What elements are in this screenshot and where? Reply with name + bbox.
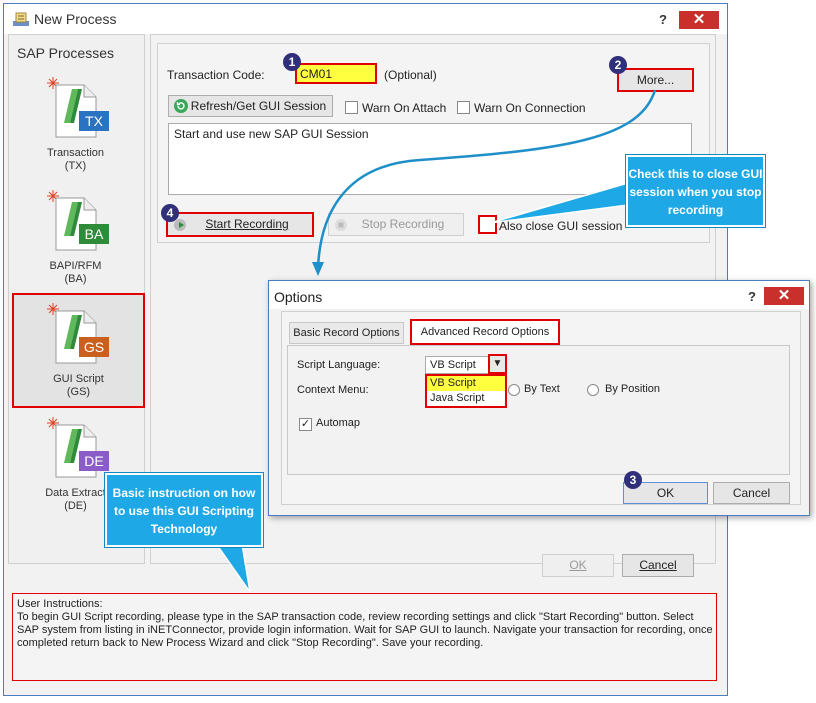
instructions-title: User Instructions:: [17, 598, 103, 610]
transaction-code-input[interactable]: CM01: [295, 63, 377, 84]
automap-label: Automap: [316, 417, 361, 429]
more-button[interactable]: More...: [617, 68, 694, 92]
step-3-badge: 3: [624, 471, 642, 489]
callout-pointer: [489, 182, 629, 224]
instructions-text: To begin GUI Script recording, please ty…: [17, 611, 713, 649]
transaction-code-label: Transaction Code:: [167, 68, 265, 82]
gs-badge: GS: [79, 337, 109, 357]
de-badge: DE: [79, 451, 109, 471]
options-help-button[interactable]: ?: [748, 289, 756, 304]
by-text-radio[interactable]: [508, 384, 520, 396]
automap-checkbox[interactable]: ✓: [299, 418, 312, 431]
app-icon: [13, 12, 29, 26]
warn-attach-checkbox[interactable]: [345, 101, 358, 114]
warn-connection-checkbox[interactable]: [457, 101, 470, 114]
options-close-button[interactable]: ✕: [764, 287, 804, 305]
window-title: New Process: [34, 11, 117, 27]
sidebar-item-label: GUI Script: [53, 373, 104, 385]
sidebar-item-bapi[interactable]: BA BAPI/RFM (BA): [9, 188, 144, 288]
ok-button[interactable]: OK: [542, 554, 614, 577]
user-instructions: User Instructions: To begin GUI Script r…: [12, 593, 717, 681]
ba-badge: BA: [79, 224, 109, 244]
by-position-label: By Position: [605, 383, 661, 395]
stop-icon: [335, 219, 347, 231]
optional-label: (Optional): [384, 68, 437, 82]
context-menu-label: Context Menu:: [297, 384, 369, 396]
cancel-button[interactable]: Cancel: [622, 554, 694, 577]
tab-basic-record-options[interactable]: Basic Record Options: [289, 322, 404, 344]
by-text-label: By Text: [524, 383, 560, 395]
refresh-label: Refresh/Get GUI Session: [190, 99, 327, 113]
title-bar: New Process ? ✕: [4, 4, 727, 34]
help-button[interactable]: ?: [659, 12, 667, 27]
basic-instruction-callout: Basic instruction on how to use this GUI…: [104, 472, 264, 548]
language-option-vb[interactable]: VB Script: [427, 376, 505, 391]
sidebar-item-label: Transaction: [46, 147, 105, 159]
sidebar-item-gui-script[interactable]: GS GUI Script (GS): [12, 293, 145, 408]
stop-recording-button[interactable]: Stop Recording: [328, 213, 464, 236]
refresh-icon: [174, 99, 188, 113]
sidebar-title: SAP Processes: [17, 45, 115, 61]
sidebar-item-sub: (BA): [64, 273, 87, 285]
language-option-java[interactable]: Java Script: [427, 391, 505, 406]
start-recording-button[interactable]: Start Recording: [166, 212, 314, 237]
chevron-down-icon[interactable]: ▼: [488, 354, 507, 374]
script-language-label: Script Language:: [297, 359, 381, 371]
close-button[interactable]: ✕: [679, 11, 719, 29]
by-position-radio[interactable]: [587, 384, 599, 396]
tx-badge: TX: [79, 111, 109, 131]
language-dropdown: VB Script Java Script: [425, 374, 507, 408]
refresh-session-button[interactable]: Refresh/Get GUI Session: [168, 95, 333, 117]
warn-connection-label: Warn On Connection: [474, 101, 586, 115]
stop-recording-label: Stop Recording: [361, 217, 445, 231]
options-dialog: Options ? ✕ Basic Record Options Advance…: [268, 280, 810, 516]
start-recording-label: Start Recording: [205, 217, 289, 231]
tab-advanced-record-options[interactable]: Advanced Record Options: [410, 319, 560, 345]
warn-attach-label: Warn On Attach: [362, 101, 447, 115]
options-title: Options: [274, 289, 323, 305]
sidebar-item-transaction[interactable]: TX Transaction (TX): [9, 75, 144, 175]
close-session-callout: Check this to close GUI session when you…: [625, 154, 766, 228]
sidebar-item-label: BAPI/RFM: [49, 260, 102, 272]
sidebar-item-sub: (GS): [66, 386, 91, 398]
step-4-badge: 4: [161, 204, 179, 222]
options-cancel-button[interactable]: Cancel: [713, 482, 790, 504]
options-title-bar: [269, 281, 809, 309]
step-1-badge: 1: [283, 53, 301, 71]
step-2-badge: 2: [609, 56, 627, 74]
sidebar-item-sub: (TX): [64, 160, 87, 172]
